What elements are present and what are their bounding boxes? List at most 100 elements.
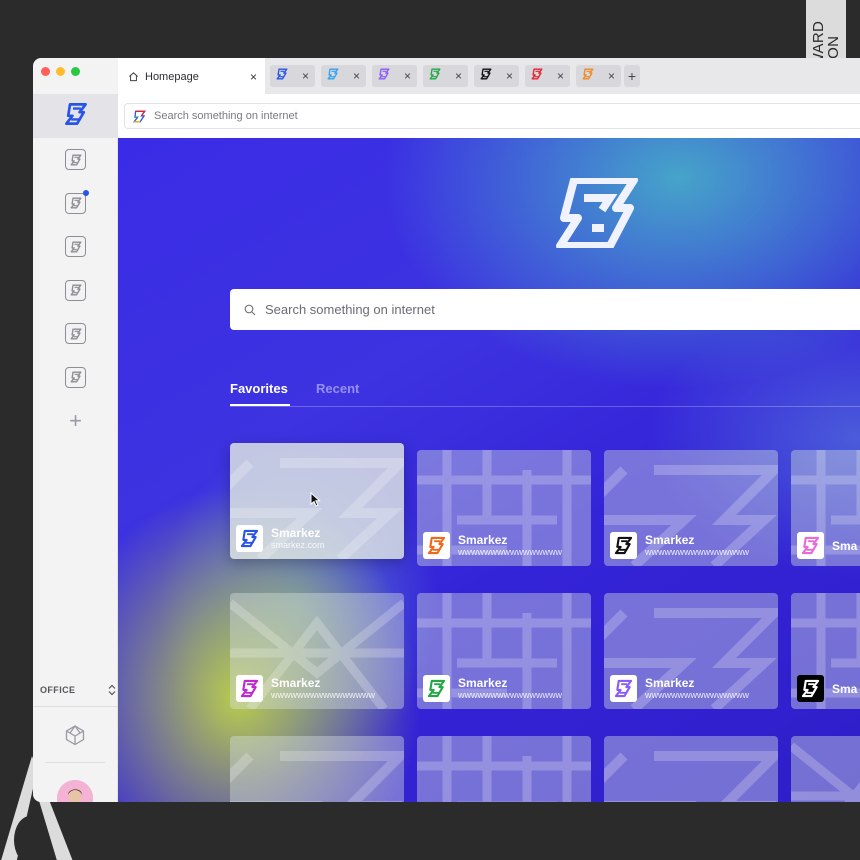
card-text: Smarkez smarkez.com: [271, 526, 325, 551]
card-url: wwwwwwwwwwwwwwww: [645, 547, 749, 557]
search-icon: [244, 304, 256, 315]
sidebar-item-app-5[interactable]: [33, 312, 118, 356]
card-title: Smarkez: [271, 676, 321, 690]
sidebar-item-app-4[interactable]: [33, 268, 118, 312]
workspace-switcher[interactable]: OFFICE: [40, 684, 116, 696]
card-text: Sma: [832, 539, 857, 553]
app-icon: [65, 323, 86, 344]
favorite-card[interactable]: [417, 736, 591, 802]
sidebar-add-button[interactable]: +: [33, 399, 118, 443]
card-title: Sma: [832, 538, 858, 553]
card-title: Smarkez: [271, 526, 321, 540]
favorite-card[interactable]: [791, 736, 860, 802]
smarkez-color-icon: [133, 110, 146, 122]
chevron-updown-icon: [108, 684, 116, 696]
smarkez-icon: [423, 532, 450, 559]
tab-close-icon[interactable]: ×: [608, 70, 615, 82]
tab-mini[interactable]: ×: [372, 65, 417, 87]
browser-window: Homepage × × × × × × × × + Search something on…: [33, 58, 860, 802]
card-title: Smarkez: [645, 676, 695, 690]
smarkez-icon: [610, 675, 637, 702]
favorite-card[interactable]: Sma: [791, 450, 860, 566]
section-tabs: Favorites Recent: [230, 381, 860, 407]
card-text: Smarkez wwwwwwwwwwwwwwww: [645, 676, 749, 701]
search-placeholder: Search something on internet: [265, 302, 435, 317]
tab-mini[interactable]: ×: [576, 65, 621, 87]
workspace-label: OFFICE: [40, 685, 76, 695]
tab-close-icon[interactable]: ×: [557, 70, 564, 82]
tab-favorites[interactable]: Favorites: [230, 381, 290, 406]
homepage-content: Search something on internet Favorites R…: [118, 138, 860, 802]
card-info: Smarkez smarkez.com: [236, 525, 325, 552]
cube-icon[interactable]: [64, 724, 86, 746]
smarkez-tab-icon: [327, 67, 339, 85]
app-icon: [65, 149, 86, 170]
tab-bar: Homepage × × × × × × × × +: [118, 58, 860, 95]
address-input[interactable]: Search something on internet: [124, 103, 860, 129]
smarkez-icon: [797, 675, 824, 702]
tab-close-icon[interactable]: ×: [455, 70, 462, 82]
minimize-window-button[interactable]: [56, 67, 65, 76]
sidebar: + OFFICE: [33, 94, 118, 802]
smarkez-icon: [64, 102, 88, 131]
zoom-window-button[interactable]: [71, 67, 80, 76]
card-title: Sma: [832, 681, 858, 696]
favorite-card[interactable]: Sma: [791, 593, 860, 709]
tab-close-icon[interactable]: ×: [404, 70, 411, 82]
favorite-card[interactable]: [604, 736, 778, 802]
tab-mini[interactable]: ×: [423, 65, 468, 87]
card-info: Smarkez wwwwwwwwwwwwwwww: [423, 675, 562, 702]
card-pattern: [230, 736, 404, 802]
sidebar-item-app-smarkez[interactable]: [33, 94, 118, 138]
tab-mini[interactable]: ×: [321, 65, 366, 87]
smarkez-tab-icon: [378, 67, 390, 85]
smarkez-icon: [236, 525, 263, 552]
main-search-input[interactable]: Search something on internet: [230, 289, 860, 330]
tab-mini[interactable]: ×: [525, 65, 570, 87]
tab-close-icon[interactable]: ×: [353, 70, 360, 82]
tab-close-icon[interactable]: ×: [506, 70, 513, 82]
sidebar-item-app-3[interactable]: [33, 225, 118, 269]
favorite-card[interactable]: Smarkez wwwwwwwwwwwwwwww: [604, 450, 778, 566]
card-pattern: [417, 736, 591, 802]
card-url: wwwwwwwwwwwwwwww: [271, 690, 375, 700]
tab-homepage-label: Homepage: [145, 70, 199, 83]
favorite-card[interactable]: Smarkez wwwwwwwwwwwwwwww: [604, 593, 778, 709]
sidebar-divider: [45, 762, 105, 763]
favorite-card[interactable]: Smarkez wwwwwwwwwwwwwwww: [417, 450, 591, 566]
sidebar-item-app-2[interactable]: [33, 181, 118, 225]
favorite-card[interactable]: [230, 736, 404, 802]
favorite-card[interactable]: Smarkez wwwwwwwwwwwwwwww: [230, 593, 404, 709]
card-text: Smarkez wwwwwwwwwwwwwwww: [645, 533, 749, 558]
sidebar-divider: [33, 706, 118, 707]
card-pattern: [604, 736, 778, 802]
card-url: wwwwwwwwwwwwwwww: [458, 690, 562, 700]
smarkez-tab-icon: [480, 67, 492, 85]
sidebar-item-app-6[interactable]: [33, 355, 118, 399]
card-url: wwwwwwwwwwwwwwww: [458, 547, 562, 557]
tab-recent[interactable]: Recent: [316, 381, 359, 396]
tab-mini[interactable]: ×: [270, 65, 315, 87]
window-controls: [41, 67, 80, 76]
tab-close-icon[interactable]: ×: [250, 70, 257, 84]
smarkez-icon: [423, 675, 450, 702]
card-text: Sma: [832, 682, 857, 696]
new-tab-button[interactable]: +: [624, 65, 640, 87]
close-window-button[interactable]: [41, 67, 50, 76]
avatar[interactable]: [57, 780, 93, 802]
sidebar-item-app-1[interactable]: [33, 138, 118, 182]
tab-homepage[interactable]: Homepage ×: [118, 58, 265, 95]
plus-icon: +: [69, 408, 82, 433]
card-text: Smarkez wwwwwwwwwwwwwwww: [458, 676, 562, 701]
card-text: Smarkez wwwwwwwwwwwwwwww: [271, 676, 375, 701]
favorite-card[interactable]: Smarkez wwwwwwwwwwwwwwww: [417, 593, 591, 709]
tab-mini[interactable]: ×: [474, 65, 519, 87]
tab-close-icon[interactable]: ×: [302, 70, 309, 82]
card-pattern: [791, 736, 860, 802]
address-placeholder: Search something on internet: [154, 110, 298, 122]
card-text: Smarkez wwwwwwwwwwwwwwww: [458, 533, 562, 558]
card-title: Smarkez: [458, 533, 508, 547]
smarkez-logo: [556, 178, 638, 248]
smarkez-tab-icon: [429, 67, 441, 85]
favorite-card[interactable]: Smarkez smarkez.com: [230, 443, 404, 559]
